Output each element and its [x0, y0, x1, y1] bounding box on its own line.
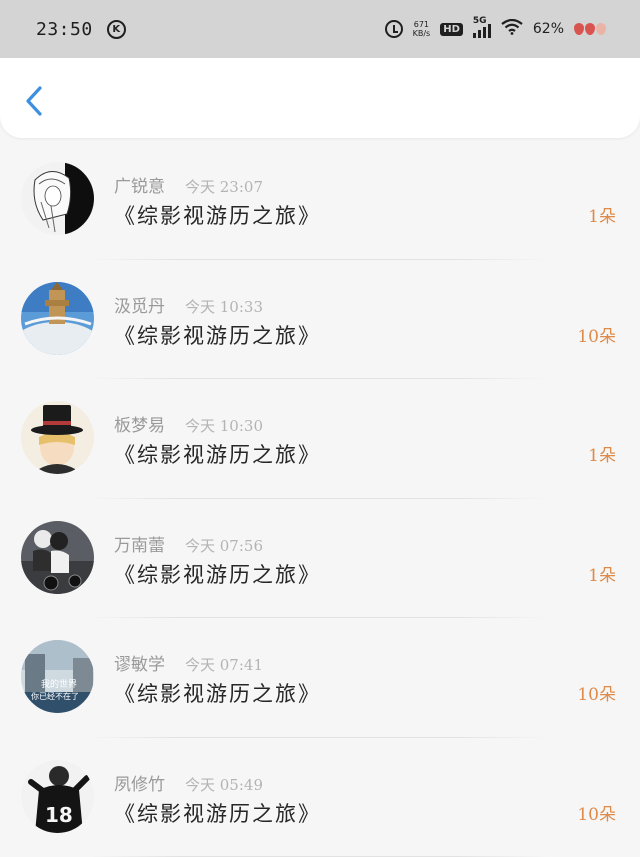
jersey-number: 18 — [45, 803, 73, 827]
user-avatar[interactable]: 我的世界 你已经不在了 — [21, 640, 94, 713]
status-bar: 23:50 K 671 KB/s HD 5G 62% — [0, 0, 640, 58]
alarm-icon — [384, 20, 403, 38]
timestamp: 今天 05:49 — [185, 775, 263, 794]
timestamp: 今天 23:07 — [185, 178, 263, 196]
status-indicators: 671 KB/s HD 5G 62% — [384, 16, 606, 39]
flower-amount: 1朵 — [588, 565, 616, 586]
user-name: 谬敏学 — [114, 655, 165, 675]
user-name: 夙修竹 — [114, 774, 165, 795]
user-name: 汲觅丹 — [114, 296, 165, 317]
network-type: 5G — [472, 16, 487, 26]
flower-amount: 10朵 — [577, 685, 616, 705]
battery-strawberry-icon — [574, 23, 606, 35]
network-speed: 671 KB/s — [413, 20, 431, 38]
book-title: 《综影视游历之旅》 — [114, 204, 321, 228]
back-button[interactable] — [20, 84, 50, 118]
hd-badge: HD — [440, 22, 463, 36]
status-time: 23:50 — [36, 18, 93, 40]
user-avatar[interactable] — [21, 401, 94, 474]
user-avatar[interactable] — [21, 162, 94, 235]
timestamp: 今天 10:33 — [185, 297, 263, 316]
timestamp: 今天 10:30 — [185, 417, 263, 435]
book-title: 《综影视游历之旅》 — [114, 562, 321, 587]
list-item[interactable]: 广锐意 今天 23:07 《综影视游历之旅》 1朵 — [0, 140, 640, 260]
my-world-avatar: 我的世界 你已经不在了 — [21, 640, 94, 713]
avatar-caption: 我的世界 — [41, 678, 77, 690]
user-name: 广锐意 — [114, 177, 165, 197]
network-speed-unit: KB/s — [412, 29, 431, 38]
list-item[interactable]: 板梦易 今天 10:30 《综影视游历之旅》 1朵 — [0, 379, 640, 499]
book-title: 《综影视游历之旅》 — [114, 323, 321, 348]
flower-amount: 1朵 — [588, 446, 616, 466]
list-item[interactable]: 18 夙修竹 今天 05:49 《综影视游历之旅》 10朵 — [0, 738, 640, 857]
battery-level: 62% — [532, 21, 564, 37]
flower-amount: 10朵 — [577, 326, 616, 347]
book-title: 《综影视游历之旅》 — [114, 682, 321, 706]
top-nav-bar — [0, 58, 640, 138]
user-avatar[interactable]: 18 — [21, 759, 94, 833]
user-avatar[interactable] — [21, 520, 94, 594]
list-item[interactable]: 汲觅丹 今天 10:33 《综影视游历之旅》 10朵 — [0, 260, 640, 379]
motorcycle-couple-avatar — [21, 520, 94, 594]
list-item[interactable]: 万南蕾 今天 07:56 《综影视游历之旅》 1朵 — [0, 499, 640, 618]
signal-icon: 5G — [472, 16, 491, 38]
jersey-18-avatar: 18 — [21, 759, 94, 833]
user-name: 万南蕾 — [114, 535, 165, 556]
user-avatar[interactable] — [21, 281, 94, 355]
reward-list: 广锐意 今天 23:07 《综影视游历之旅》 1朵 汲觅丹 今天 10:33 《… — [0, 140, 640, 857]
network-speed-value: 671 — [413, 20, 430, 29]
anime-girl-avatar — [21, 162, 94, 235]
castle-fisheye-avatar — [21, 281, 94, 355]
chevron-left-icon — [26, 86, 42, 116]
top-hat-boy-avatar — [21, 401, 94, 474]
k-badge-icon: K — [106, 19, 126, 39]
flower-amount: 1朵 — [588, 207, 616, 227]
book-title: 《综影视游历之旅》 — [114, 443, 321, 467]
list-item[interactable]: 我的世界 你已经不在了 谬敏学 今天 07:41 《综影视游历之旅》 10朵 — [0, 618, 640, 738]
avatar-caption: 你已经不在了 — [31, 691, 79, 701]
flower-amount: 10朵 — [577, 804, 616, 825]
timestamp: 今天 07:56 — [185, 536, 263, 555]
book-title: 《综影视游历之旅》 — [114, 801, 321, 826]
wifi-icon — [501, 18, 523, 39]
user-name: 板梦易 — [114, 416, 165, 436]
timestamp: 今天 07:41 — [185, 656, 263, 674]
